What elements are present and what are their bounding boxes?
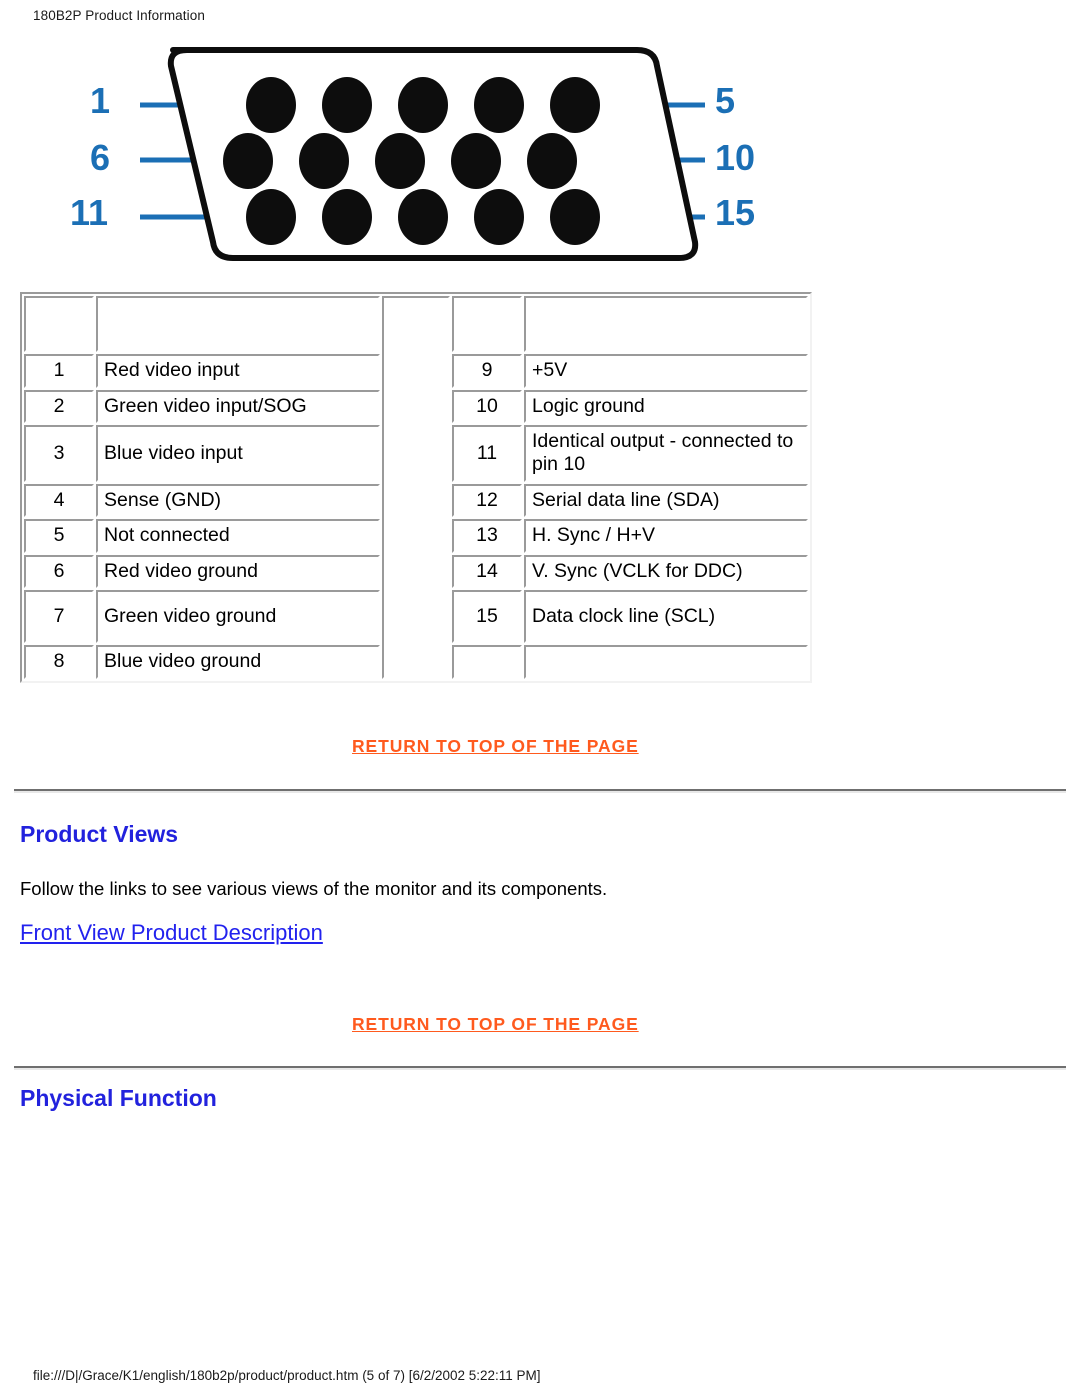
d-sub-15-connector-svg <box>140 47 705 261</box>
pin-no-cell-empty <box>452 645 522 680</box>
assignment-cell: Sense (GND) <box>96 483 380 518</box>
pin-no-cell: 4 <box>24 483 94 518</box>
header-pin-line2-right: No. <box>471 323 503 346</box>
assignment-cell: Identical output - connected to pin 10 <box>524 425 808 482</box>
pin-label-6: 6 <box>90 137 111 178</box>
pin-label-5: 5 <box>715 80 736 121</box>
pin-no-cell: 9 <box>452 354 522 388</box>
assignment-cell: Red video input <box>96 354 380 388</box>
assignment-cell: H. Sync / H+V <box>524 519 808 553</box>
return-to-top-link-1[interactable]: RETURN TO TOP OF THE PAGE <box>352 736 639 757</box>
assignment-cell: Blue video ground <box>96 645 380 680</box>
pin-no-cell: 12 <box>452 483 522 518</box>
assignment-cell: Data clock line (SCL) <box>524 590 808 644</box>
pin-no-cell: 1 <box>24 354 94 388</box>
product-views-heading: Product Views <box>20 821 179 847</box>
pin-label-10: 10 <box>715 137 756 178</box>
section-divider-1 <box>14 789 1066 793</box>
pin-no-cell: 11 <box>452 425 522 482</box>
pin-no-cell: 15 <box>452 590 522 644</box>
header-pin-line2: No. <box>43 323 75 346</box>
table-divider-column <box>382 296 450 680</box>
product-views-description: Follow the links to see various views of… <box>20 878 608 899</box>
pin-no-cell: 5 <box>24 519 94 553</box>
pin-no-cell: 2 <box>24 389 94 424</box>
pin-assignment-table: Pin No. Assignment Pin No. Assignment 1 … <box>20 292 812 684</box>
physical-function-heading: Physical Function <box>20 1085 217 1111</box>
pin-no-cell: 13 <box>452 519 522 553</box>
pin-no-cell: 10 <box>452 389 522 424</box>
pin-no-cell: 3 <box>24 425 94 482</box>
assignment-cell: Serial data line (SDA) <box>524 483 808 518</box>
header-assignment-right: Assignment <box>524 296 808 353</box>
assignment-cell: Green video ground <box>96 590 380 644</box>
pin-assignment-table-wrapper: Pin No. Assignment Pin No. Assignment 1 … <box>20 292 812 684</box>
assignment-cell: Green video input/SOG <box>96 389 380 424</box>
header-assignment-left: Assignment <box>96 296 380 353</box>
pin-no-cell: 14 <box>452 554 522 589</box>
header-pin-line1-right: Pin <box>472 301 502 323</box>
assignment-cell: +5V <box>524 354 808 388</box>
table-header-row: Pin No. Assignment Pin No. Assignment <box>24 296 808 680</box>
assignment-cell: Red video ground <box>96 554 380 589</box>
pin-no-cell: 7 <box>24 590 94 644</box>
section-divider-2 <box>14 1066 1066 1070</box>
return-to-top-link-2[interactable]: RETURN TO TOP OF THE PAGE <box>352 1014 639 1035</box>
pin-label-15: 15 <box>715 192 756 233</box>
pin-label-11: 11 <box>70 192 109 233</box>
pin-label-1: 1 <box>90 80 111 121</box>
header-pin-no-right: Pin No. <box>452 296 522 353</box>
vga-connector-diagram: 1 6 11 5 10 15 <box>60 20 780 270</box>
header-pin-line1: Pin <box>44 301 74 323</box>
assignment-cell: Logic ground <box>524 389 808 424</box>
pin-no-cell: 6 <box>24 554 94 589</box>
front-view-product-description-link[interactable]: Front View Product Description <box>20 920 323 946</box>
pin-table-body: Pin No. Assignment Pin No. Assignment 1 … <box>24 296 808 680</box>
assignment-cell: V. Sync (VCLK for DDC) <box>524 554 808 589</box>
header-pin-no-left: Pin No. <box>24 296 94 353</box>
assignment-cell-empty <box>524 645 808 680</box>
assignment-cell: Not connected <box>96 519 380 553</box>
assignment-cell: Blue video input <box>96 425 380 482</box>
pin-no-cell: 8 <box>24 645 94 680</box>
page-footer-path: file:///D|/Grace/K1/english/180b2p/produ… <box>33 1368 541 1383</box>
